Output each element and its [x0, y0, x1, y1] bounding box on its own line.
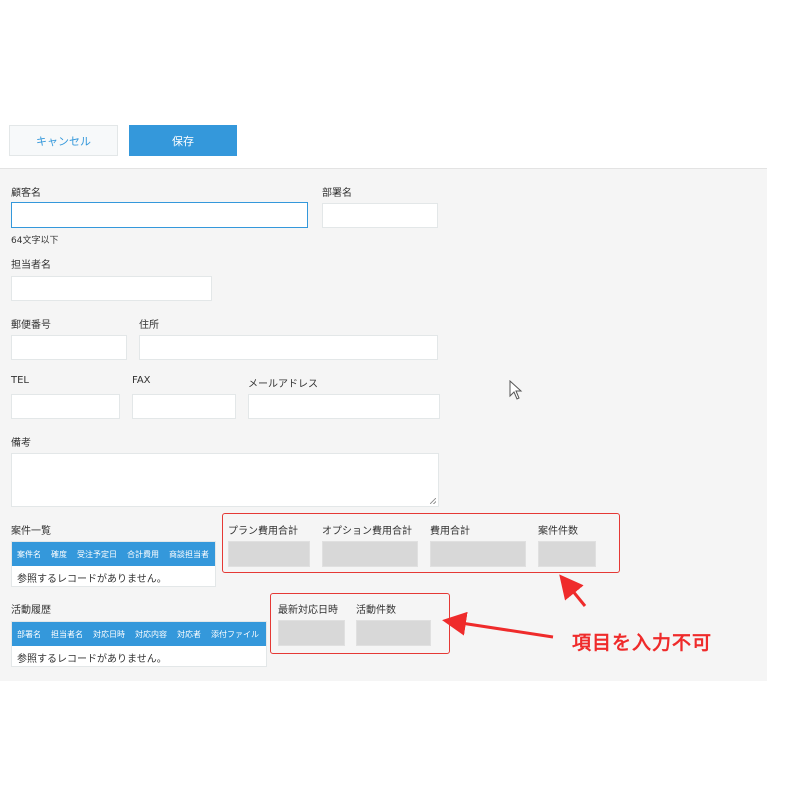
arrow-to-activity-summary [442, 611, 554, 639]
annotation-arrows [442, 574, 587, 639]
arrow-to-cases-summary [559, 574, 587, 607]
mouse-pointer-icon [509, 380, 523, 400]
annotation-label: 項目を入力不可 [572, 632, 713, 654]
